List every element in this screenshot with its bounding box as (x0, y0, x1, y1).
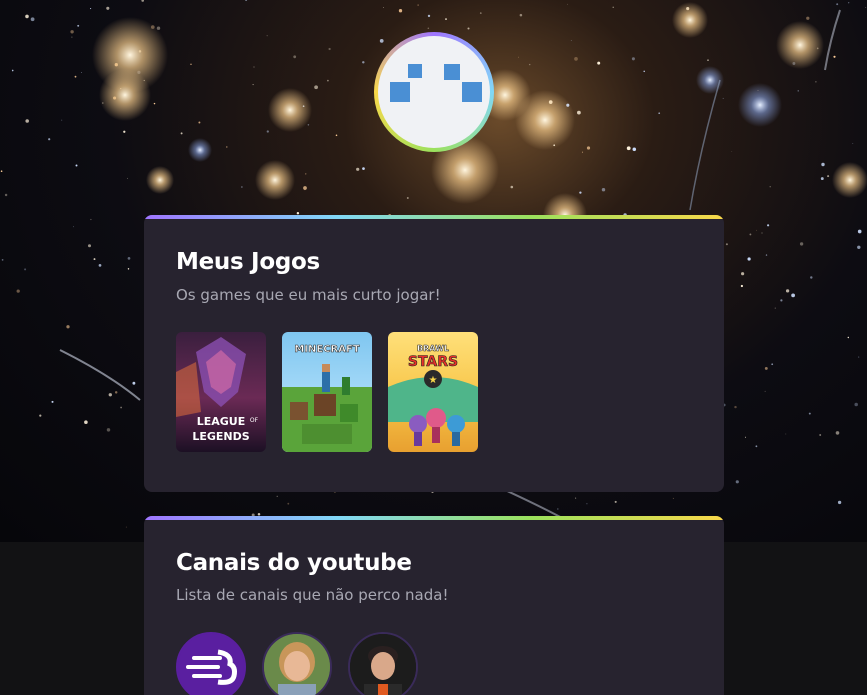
games-list: LEAGUE OF LEGENDS MINECRAFT ★ BRAWL STAR… (176, 332, 478, 452)
channels-title: Canais do youtube (176, 550, 412, 576)
brawl-logo-line1: BRAWL (417, 344, 449, 353)
game-brawl-stars[interactable]: ★ BRAWL STARS (388, 332, 478, 452)
pixel-eyes-icon (378, 36, 490, 148)
person-photo-icon (350, 634, 416, 695)
lol-logo-line2: LEGENDS (192, 430, 249, 443)
svg-text:★: ★ (429, 375, 438, 386)
minecraft-logo: MINECRAFT (294, 344, 359, 355)
profile-avatar (374, 32, 494, 152)
rocketseat-logo-icon (178, 634, 244, 695)
channel-avatar-2[interactable] (262, 632, 332, 695)
channels-list (176, 632, 418, 695)
page: Meus Jogos Os games que eu mais curto jo… (0, 0, 867, 695)
games-description: Os games que eu mais curto jogar! (176, 286, 441, 304)
lol-logo-of: OF (250, 417, 259, 424)
lol-logo-line1: LEAGUE (197, 415, 246, 428)
channel-avatar-rocketseat[interactable] (176, 632, 246, 695)
game-league-of-legends[interactable]: LEAGUE OF LEGENDS (176, 332, 266, 452)
games-title: Meus Jogos (176, 249, 320, 275)
channel-avatar-3[interactable] (348, 632, 418, 695)
channels-description: Lista de canais que não perco nada! (176, 586, 449, 604)
games-card: Meus Jogos Os games que eu mais curto jo… (144, 215, 724, 492)
person-photo-icon (264, 634, 330, 695)
game-minecraft[interactable]: MINECRAFT (282, 332, 372, 452)
brawl-logo-line2: STARS (408, 354, 458, 370)
channels-card: Canais do youtube Lista de canais que nã… (144, 516, 724, 695)
